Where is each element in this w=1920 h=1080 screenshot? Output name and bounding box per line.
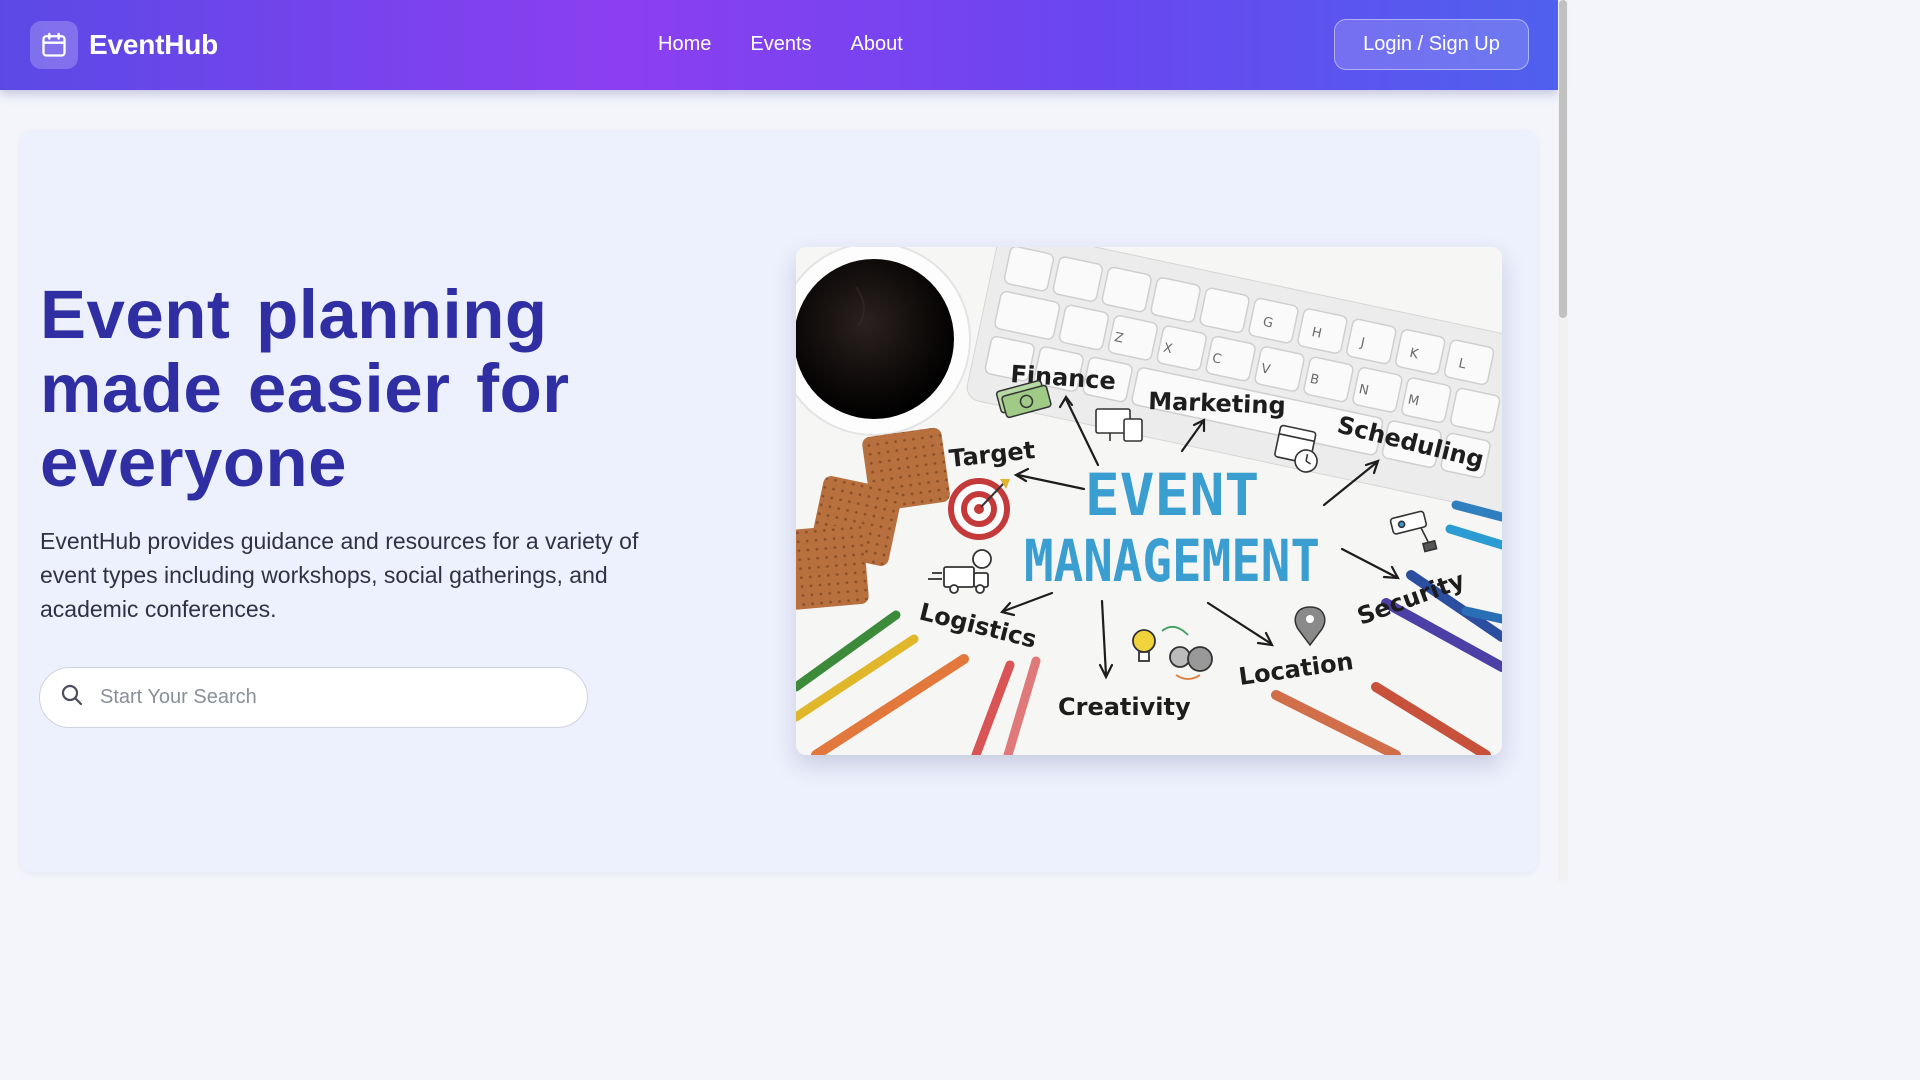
nav-link-home[interactable]: Home — [658, 33, 711, 56]
main-nav: Home Events About — [658, 33, 903, 56]
login-signup-button[interactable]: Login / Sign Up — [1334, 19, 1529, 70]
event-management-image: Z X C V B N M G H J K L EVENT MANAGEMENT… — [796, 247, 1502, 755]
calendar-icon — [30, 21, 78, 69]
nav-link-about[interactable]: About — [851, 33, 903, 56]
management-title-text: MANAGEMENT — [1024, 527, 1320, 595]
label-creativity: Creativity — [1058, 693, 1191, 721]
page-scrollbar[interactable] — [1558, 0, 1568, 882]
label-marketing: Marketing — [1148, 387, 1286, 420]
brand-name: EventHub — [89, 29, 219, 60]
hero-description: EventHub provides guidance and resources… — [40, 528, 639, 622]
search-icon — [60, 683, 84, 712]
top-navbar: EventHub Home Events About Login / Sign … — [0, 0, 1558, 90]
search-bar[interactable] — [39, 667, 588, 728]
hero-headline: Event planning made easier for everyone — [40, 276, 570, 501]
event-title-text: EVENT — [1085, 461, 1260, 529]
brand[interactable]: EventHub — [30, 21, 218, 69]
scrollbar-thumb[interactable] — [1559, 0, 1567, 318]
search-input[interactable] — [100, 686, 540, 709]
nav-link-events[interactable]: Events — [750, 33, 811, 56]
